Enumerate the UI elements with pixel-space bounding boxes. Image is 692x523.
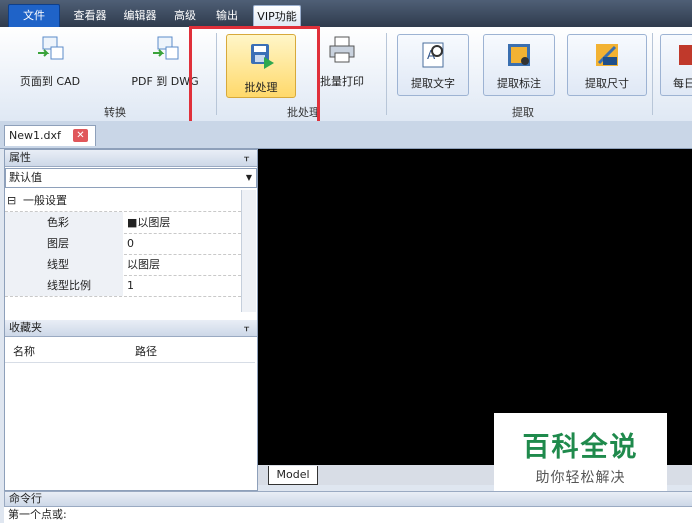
- document-tab-label: New1.dxf: [9, 129, 61, 142]
- tab-advanced[interactable]: 高级: [170, 6, 200, 26]
- properties-title: 属性: [9, 151, 31, 164]
- extract-text-button[interactable]: A 提取文字: [397, 34, 469, 96]
- pdf-to-dwg-icon: [150, 35, 180, 65]
- property-section-general[interactable]: ⊟ 一般设置: [5, 190, 241, 212]
- extract-size-icon: [593, 41, 621, 69]
- document-tab-bar: New1.dxf ✕: [0, 121, 692, 149]
- column-path[interactable]: 路径: [135, 342, 157, 362]
- ribbon: 页面到 CAD PDF 到 DWG 转换 批处理 批量打印 批处理 A 提取文字…: [0, 27, 692, 122]
- property-row[interactable]: 图层 0: [5, 233, 241, 255]
- document-tab[interactable]: New1.dxf ✕: [4, 125, 96, 146]
- favorites-columns: 名称 路径: [5, 342, 255, 363]
- group-divider: [652, 33, 653, 115]
- extract-text-icon: A: [419, 41, 447, 69]
- extract-size-button[interactable]: 提取尺寸: [567, 34, 647, 96]
- favorites-panel-header: 收藏夹 ᚁ: [5, 320, 257, 337]
- highlight-box: [189, 26, 320, 127]
- tab-vip[interactable]: VIP功能: [253, 5, 301, 28]
- extract-dimension-label: 提取标注: [497, 77, 541, 90]
- command-panel-header: 命令行: [4, 491, 692, 507]
- property-grid: ⊟ 一般设置 色彩 ■以图层 图层 0 线型 以图层 线型比例 1: [5, 190, 241, 310]
- watermark-subtitle: 助你轻松解决: [535, 470, 626, 486]
- property-row[interactable]: 线型 以图层: [5, 254, 241, 276]
- property-value: 以图层: [127, 258, 160, 271]
- property-value: 0: [127, 237, 134, 250]
- page-to-cad-button[interactable]: 页面到 CAD: [12, 35, 88, 89]
- property-key: 色彩: [47, 216, 69, 229]
- printer-icon: [327, 35, 357, 65]
- tab-viewer[interactable]: 查看器: [68, 6, 112, 26]
- daily-label: 每日: [673, 77, 692, 90]
- model-tab[interactable]: Model: [268, 466, 318, 485]
- extract-text-label: 提取文字: [411, 77, 455, 90]
- pin-icon[interactable]: ᚁ: [244, 320, 249, 336]
- properties-selector[interactable]: 默认值 ▼: [5, 168, 257, 188]
- menu-bar: 文件 查看器 编辑器 高级 输出 VIP功能: [0, 0, 692, 28]
- command-prompt: 第一个点或:: [8, 508, 67, 521]
- tab-output[interactable]: 输出: [212, 6, 242, 26]
- chevron-down-icon: ▼: [245, 173, 252, 182]
- properties-scrollbar[interactable]: [241, 190, 256, 312]
- column-name[interactable]: 名称: [13, 342, 35, 362]
- page-to-cad-icon: [35, 35, 65, 65]
- collapse-icon[interactable]: ⊟: [7, 190, 16, 211]
- section-label: 一般设置: [23, 194, 67, 207]
- property-row[interactable]: 色彩 ■以图层: [5, 212, 241, 234]
- command-output[interactable]: 第一个点或:: [4, 507, 692, 523]
- property-value: ■以图层: [127, 216, 171, 229]
- property-key: 线型: [47, 258, 69, 271]
- favorites-title: 收藏夹: [9, 321, 42, 334]
- property-row[interactable]: 线型比例 1: [5, 275, 241, 297]
- calendar-icon: [667, 41, 692, 69]
- group-divider: [386, 33, 387, 115]
- properties-selector-value: 默认值: [9, 171, 42, 184]
- property-key: 线型比例: [47, 279, 91, 292]
- extract-dimension-icon: [505, 41, 533, 69]
- property-key: 图层: [47, 237, 69, 250]
- extract-size-label: 提取尺寸: [585, 77, 629, 90]
- daily-button[interactable]: 每日: [660, 34, 692, 96]
- properties-panel-header: 属性 ᚁ: [5, 150, 257, 167]
- tab-editor[interactable]: 编辑器: [120, 6, 160, 26]
- left-panel: 属性 ᚁ 默认值 ▼ ⊟ 一般设置 色彩 ■以图层 图层 0 线型 以图层 线型比…: [4, 149, 258, 491]
- page-to-cad-label: 页面到 CAD: [19, 75, 81, 88]
- extract-group-label: 提取: [512, 106, 534, 119]
- property-value: 1: [127, 279, 134, 292]
- tab-file[interactable]: 文件: [8, 4, 60, 28]
- pin-icon[interactable]: ᚁ: [244, 150, 249, 166]
- watermark-title: 百科全说: [522, 432, 639, 463]
- watermark: 百科全说 助你轻松解决: [494, 413, 667, 499]
- close-icon[interactable]: ✕: [73, 129, 88, 142]
- convert-group-label: 转换: [104, 106, 126, 119]
- extract-dimension-button[interactable]: 提取标注: [483, 34, 555, 96]
- command-title: 命令行: [9, 492, 42, 505]
